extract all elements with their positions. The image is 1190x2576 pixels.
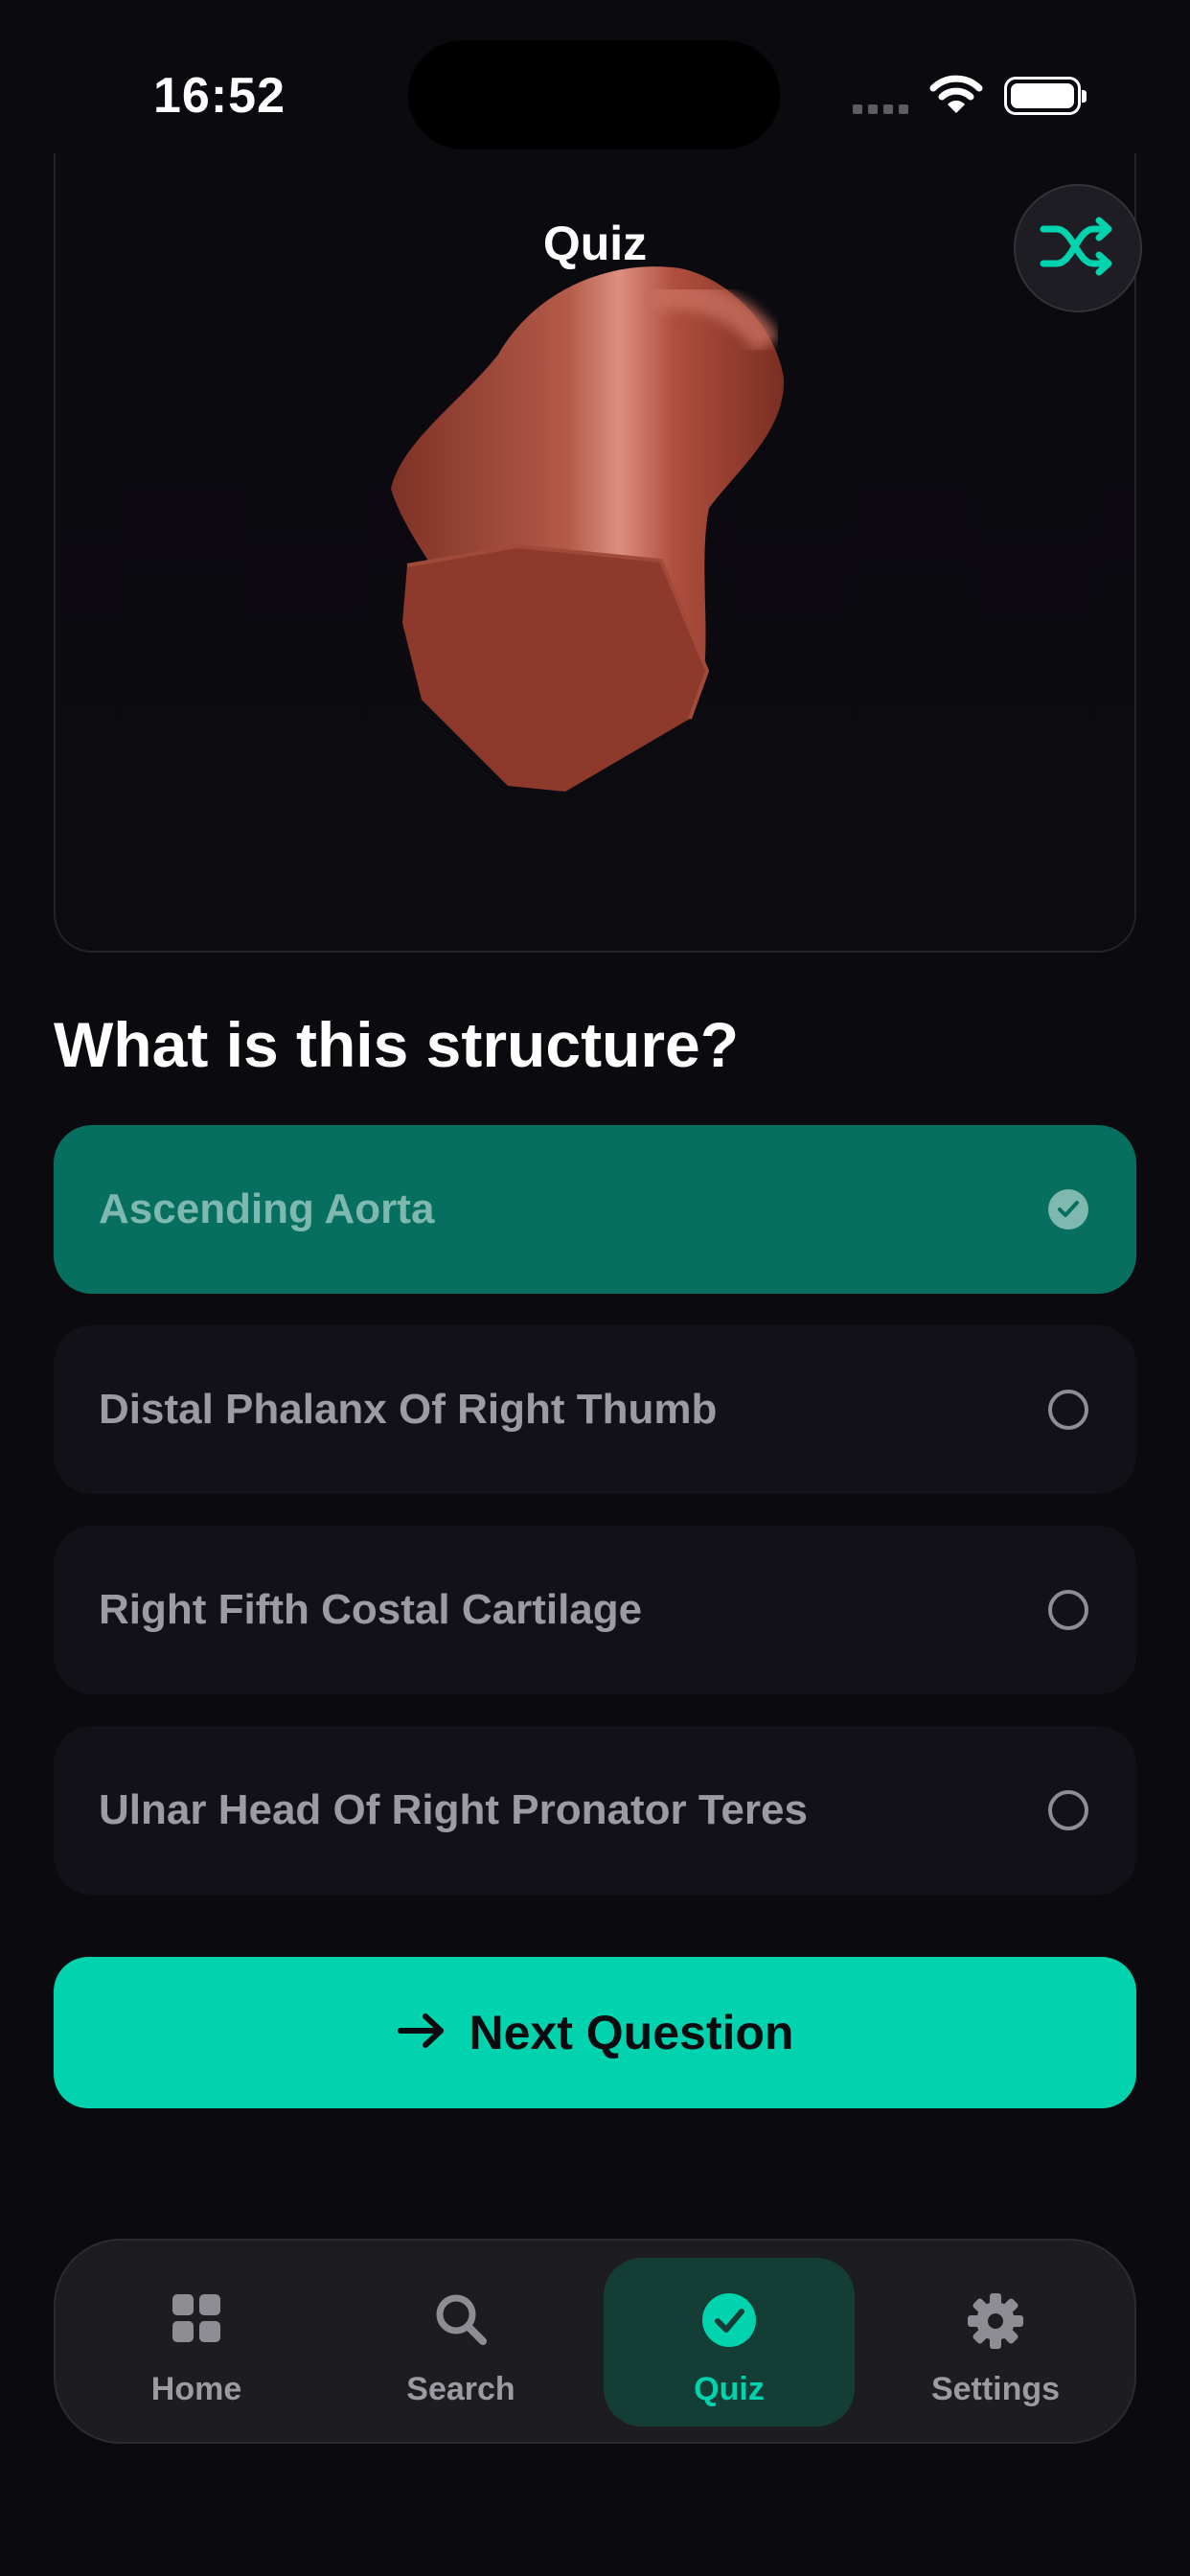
anatomy-model-render xyxy=(364,220,805,815)
next-question-label: Next Question xyxy=(469,2006,794,2059)
tab-quiz[interactable]: Quiz xyxy=(604,2258,855,2426)
page-title: Quiz xyxy=(542,217,648,270)
search-icon xyxy=(335,2292,586,2346)
cellular-signal-icon xyxy=(853,102,914,119)
answer-option[interactable]: Ulnar Head Of Right Pronator Teres xyxy=(54,1726,1136,1895)
tab-search[interactable]: Search xyxy=(335,2258,586,2426)
answer-option-label: Right Fifth Costal Cartilage xyxy=(99,1586,643,1633)
status-time: 16:52 xyxy=(153,68,286,124)
radio-circle-icon xyxy=(1048,1590,1088,1630)
tab-bar: Home Search Quiz Settings xyxy=(54,2239,1136,2444)
radio-circle-icon xyxy=(1048,1390,1088,1430)
radio-circle-icon xyxy=(1048,1790,1088,1830)
answer-option[interactable]: Ascending Aorta xyxy=(54,1125,1136,1294)
answer-option-label: Ascending Aorta xyxy=(99,1185,435,1232)
question-text: What is this structure? xyxy=(54,1009,740,1080)
grid-icon xyxy=(71,2292,322,2344)
tab-label: Home xyxy=(150,2371,242,2407)
tab-label: Quiz xyxy=(694,2371,765,2407)
checkmark-circle-icon xyxy=(1048,1189,1088,1230)
checkmark-circle-icon xyxy=(604,2292,855,2348)
shuffle-button[interactable] xyxy=(1014,184,1142,312)
arrow-right-icon xyxy=(397,2012,446,2055)
tab-label: Settings xyxy=(930,2371,1061,2407)
dynamic-island xyxy=(408,40,780,150)
wifi-icon xyxy=(929,75,983,120)
answer-option[interactable]: Right Fifth Costal Cartilage xyxy=(54,1526,1136,1694)
tab-settings[interactable]: Settings xyxy=(870,2258,1121,2426)
gear-icon xyxy=(870,2292,1121,2350)
answer-option[interactable]: Distal Phalanx Of Right Thumb xyxy=(54,1325,1136,1494)
tab-label: Search xyxy=(406,2371,515,2407)
tab-home[interactable]: Home xyxy=(71,2258,322,2426)
answer-option-label: Distal Phalanx Of Right Thumb xyxy=(99,1386,718,1433)
battery-icon xyxy=(1004,77,1087,115)
next-question-button[interactable]: Next Question xyxy=(54,1957,1136,2108)
shuffle-icon xyxy=(1040,216,1116,282)
answer-option-label: Ulnar Head Of Right Pronator Teres xyxy=(99,1786,808,1833)
